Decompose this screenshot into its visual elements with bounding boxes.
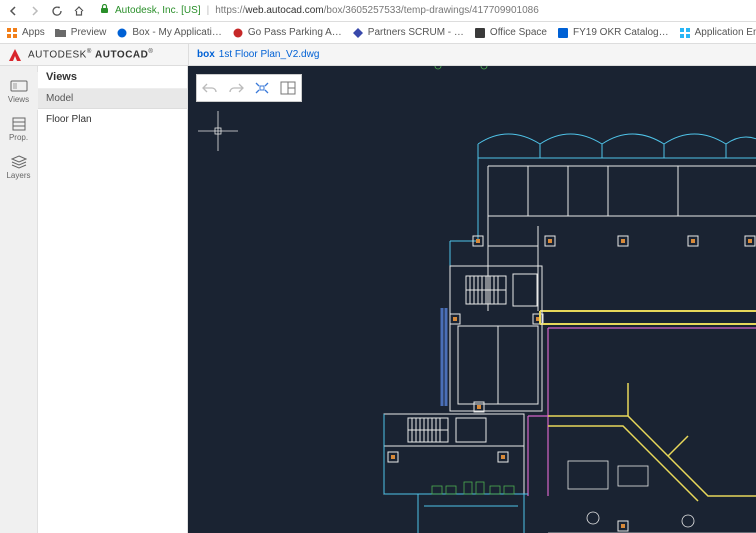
- sidebar-item-properties[interactable]: Prop.: [0, 110, 38, 148]
- bookmark-item[interactable]: Apps: [6, 27, 45, 39]
- bookmark-label: Partners SCRUM - …: [368, 27, 464, 38]
- bookmark-label: Box - My Applicati…: [132, 27, 221, 38]
- bookmark-item[interactable]: Go Pass Parking A…: [232, 27, 342, 39]
- bookmark-icon: [232, 27, 244, 39]
- bookmark-icon: [116, 27, 128, 39]
- box-badge: box: [197, 49, 215, 60]
- sidebar-item-label: Prop.: [9, 133, 28, 142]
- address-bar[interactable]: Autodesk, Inc. [US] | https://web.autoca…: [94, 4, 750, 17]
- bookmark-item[interactable]: Partners SCRUM - …: [352, 27, 464, 39]
- file-tab[interactable]: box 1st Floor Plan_V2.dwg: [188, 44, 327, 65]
- views-panel-row[interactable]: Floor Plan: [38, 109, 187, 130]
- url-divider: |: [207, 5, 210, 16]
- bookmark-label: FY19 OKR Catalog…: [573, 27, 669, 38]
- secure-label: Autodesk, Inc. [US]: [115, 5, 201, 16]
- app-header: AUTODESK® AUTOCAD® box 1st Floor Plan_V2…: [0, 44, 756, 66]
- drawing-canvas[interactable]: [188, 66, 756, 533]
- brand-autocad: AUTOCAD: [95, 49, 148, 60]
- bookmark-icon: [557, 27, 569, 39]
- floor-plan-drawing: [188, 66, 756, 533]
- brand: AUTODESK® AUTOCAD®: [0, 48, 188, 62]
- bookmark-icon: [679, 27, 691, 39]
- sidebar-item-label: Views: [8, 95, 29, 104]
- sidebar-item-views[interactable]: Views: [0, 72, 38, 110]
- bookmark-item[interactable]: FY19 OKR Catalog…: [557, 27, 669, 39]
- autocad-logo-icon: [8, 48, 22, 62]
- views-panel: Views Model Floor Plan: [38, 66, 188, 533]
- bookmark-item[interactable]: Preview: [55, 27, 107, 39]
- forward-button[interactable]: [28, 4, 42, 18]
- bookmarks-bar: Apps Preview Box - My Applicati… Go Pass Pa…: [0, 22, 756, 44]
- bookmark-item[interactable]: Box - My Applicati…: [116, 27, 221, 39]
- bookmark-icon: [474, 27, 486, 39]
- sidebar-item-layers[interactable]: Layers: [0, 148, 38, 186]
- sidebar: Views Prop. Layers: [0, 66, 38, 533]
- views-panel-subheader: Model: [38, 89, 187, 109]
- browser-nav-bar: Autodesk, Inc. [US] | https://web.autoca…: [0, 0, 756, 22]
- sidebar-item-label: Layers: [6, 171, 30, 180]
- views-icon: [10, 79, 28, 93]
- views-panel-title: Views: [38, 66, 187, 89]
- back-button[interactable]: [6, 4, 20, 18]
- brand-autodesk: AUTODESK: [28, 49, 87, 60]
- main-area: Views Prop. Layers Views Model Floor Pla…: [0, 66, 756, 533]
- bookmark-item[interactable]: Application Engag…: [679, 27, 756, 39]
- reload-button[interactable]: [50, 4, 64, 18]
- bookmark-label: Office Space: [490, 27, 547, 38]
- bookmark-icon: [55, 27, 67, 39]
- bookmark-item[interactable]: Office Space: [474, 27, 547, 39]
- bookmark-label: Preview: [71, 27, 107, 38]
- lock-icon: [100, 4, 109, 17]
- properties-icon: [10, 117, 28, 131]
- filename: 1st Floor Plan_V2.dwg: [219, 49, 320, 60]
- bookmark-label: Apps: [22, 27, 45, 38]
- layers-icon: [10, 155, 28, 169]
- bookmark-icon: [6, 27, 18, 39]
- home-button[interactable]: [72, 4, 86, 18]
- bookmark-label: Application Engag…: [695, 27, 756, 38]
- bookmark-label: Go Pass Parking A…: [248, 27, 342, 38]
- url-text: https://web.autocad.com/box/3605257533/t…: [215, 5, 539, 16]
- bookmark-icon: [352, 27, 364, 39]
